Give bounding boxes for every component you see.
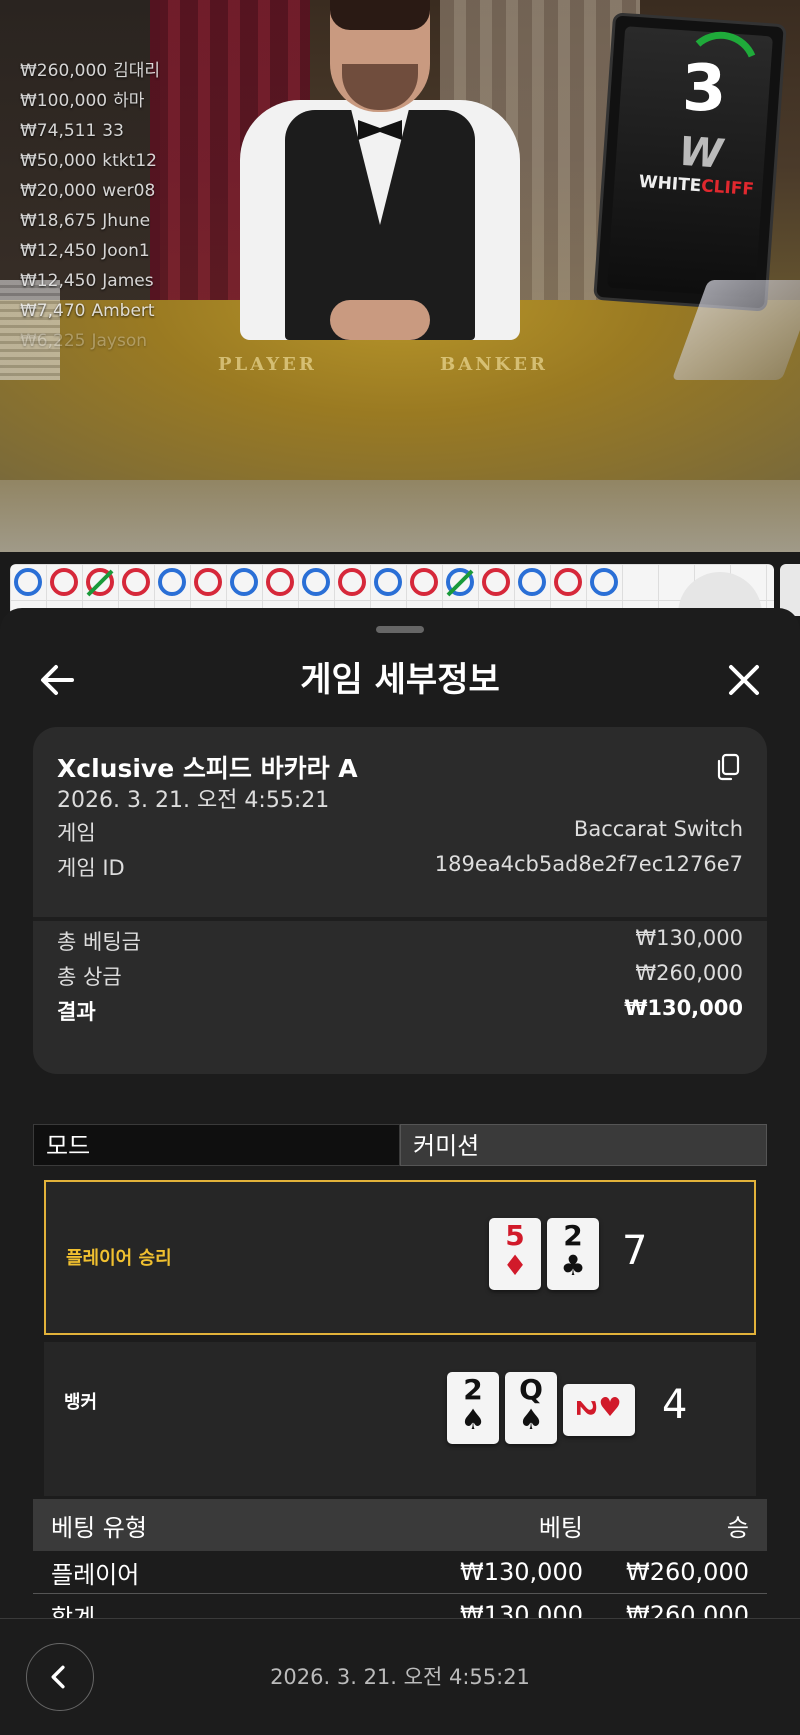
banker-bead bbox=[266, 568, 294, 596]
playing-card: Q ♠ bbox=[505, 1372, 557, 1444]
banker-bead bbox=[482, 568, 510, 596]
player-bead bbox=[518, 568, 546, 596]
mode-tabs: 모드 커미션 bbox=[33, 1124, 767, 1166]
footer-datetime: 2026. 3. 21. 오전 4:55:21 bbox=[270, 1665, 530, 1689]
game-name: Xclusive 스피드 바카라 A bbox=[57, 754, 358, 783]
banker-bead bbox=[194, 568, 222, 596]
col-bet-type: 베팅 유형 bbox=[51, 1513, 147, 1542]
playing-card-sideways: 2♥ bbox=[563, 1384, 635, 1436]
bet-table: 베팅 유형 베팅 승 플레이어 ₩130,000 ₩260,000 합계 ₩13… bbox=[33, 1499, 767, 1637]
winner-item: ₩12,450 Joon1 bbox=[20, 241, 150, 261]
felt-player-text: PLAYER bbox=[218, 354, 317, 375]
felt-banker-text: BANKER bbox=[440, 354, 548, 375]
winner-item: ₩7,470 Ambert bbox=[20, 301, 155, 321]
col-bet: 베팅 bbox=[538, 1513, 583, 1542]
dealer-hair bbox=[330, 0, 430, 30]
banker-hand-panel: 뱅커 2 ♠ Q ♠ 2♥ 4 bbox=[44, 1342, 756, 1496]
sheet-title: 게임 세부정보 bbox=[300, 660, 500, 700]
winner-item: ₩260,000 김대리 bbox=[20, 61, 161, 81]
winner-item: ₩100,000 하마 bbox=[20, 91, 145, 111]
row-game-id: 게임 ID 189ea4cb5ad8e2f7ec1276e7 bbox=[57, 852, 743, 880]
sheet-drag-handle[interactable] bbox=[376, 626, 424, 633]
player-bead bbox=[230, 568, 258, 596]
banker-bead bbox=[554, 568, 582, 596]
playing-card: 5 ♦ bbox=[489, 1218, 541, 1290]
player-hand-panel: 플레이어 승리 5 ♦ 2 ♣ 7 bbox=[44, 1180, 756, 1335]
banker-bead bbox=[338, 568, 366, 596]
player-bead bbox=[14, 568, 42, 596]
player-bead bbox=[374, 568, 402, 596]
tab-commission[interactable]: 커미션 bbox=[400, 1124, 767, 1166]
winner-item: ₩74,511 33 bbox=[20, 121, 124, 141]
playing-card: 2 ♠ bbox=[447, 1372, 499, 1444]
game-summary-card: Xclusive 스피드 바카라 A 2026. 3. 21. 오전 4:55:… bbox=[33, 727, 767, 1074]
banker-score: 4 bbox=[662, 1382, 688, 1428]
row-total-bet: 총 베팅금 ₩130,000 bbox=[57, 926, 743, 954]
tab-mode[interactable]: 모드 bbox=[33, 1124, 400, 1166]
player-bead bbox=[158, 568, 186, 596]
banker-bead bbox=[410, 568, 438, 596]
winner-item: ₩20,000 wer08 bbox=[20, 181, 156, 201]
row-total-prize: 총 상금 ₩260,000 bbox=[57, 961, 743, 989]
winner-item: ₩50,000 ktkt12 bbox=[20, 151, 157, 171]
winner-item: ₩18,675 Jhune bbox=[20, 211, 151, 231]
playing-card: 2 ♣ bbox=[547, 1218, 599, 1290]
row-game: 게임 Baccarat Switch bbox=[57, 817, 743, 845]
player-bead bbox=[590, 568, 618, 596]
bet-table-header: 베팅 유형 베팅 승 bbox=[33, 1499, 767, 1551]
live-video-stream: PLAYER BANKER 3 W WHITECLIFF ₩260,000 김대리… bbox=[0, 0, 800, 552]
card-divider bbox=[33, 917, 767, 921]
banker-bead bbox=[50, 568, 78, 596]
player-score: 7 bbox=[622, 1228, 648, 1274]
winners-list: ₩260,000 김대리 ₩100,000 하마 ₩74,511 33 ₩50,000 ktk… bbox=[20, 56, 160, 356]
col-win: 승 bbox=[726, 1513, 749, 1542]
game-datetime: 2026. 3. 21. 오전 4:55:21 bbox=[57, 788, 330, 813]
player-bead bbox=[302, 568, 330, 596]
game-detail-sheet: 게임 세부정보 Xclusive 스피드 바카라 A 2026. 3. 21. … bbox=[0, 608, 800, 1734]
winner-item: ₩12,450 James bbox=[20, 271, 154, 291]
banker-bead bbox=[122, 568, 150, 596]
copy-icon[interactable] bbox=[715, 753, 741, 781]
winner-item: ₩6,225 Jayson bbox=[20, 331, 148, 351]
dealer-hands bbox=[330, 300, 430, 340]
banker-hand-label: 뱅커 bbox=[64, 1392, 98, 1413]
countdown-number: 3 bbox=[681, 52, 727, 126]
table-row: 플레이어 ₩130,000 ₩260,000 bbox=[33, 1551, 767, 1594]
whitecliff-logo: W WHITECLIFF bbox=[638, 128, 755, 200]
player-hand-label: 플레이어 승리 bbox=[66, 1248, 172, 1269]
close-icon[interactable] bbox=[722, 658, 766, 702]
row-result: 결과 ₩130,000 bbox=[57, 996, 743, 1024]
footer-bar: 2026. 3. 21. 오전 4:55:21 bbox=[0, 1618, 800, 1735]
